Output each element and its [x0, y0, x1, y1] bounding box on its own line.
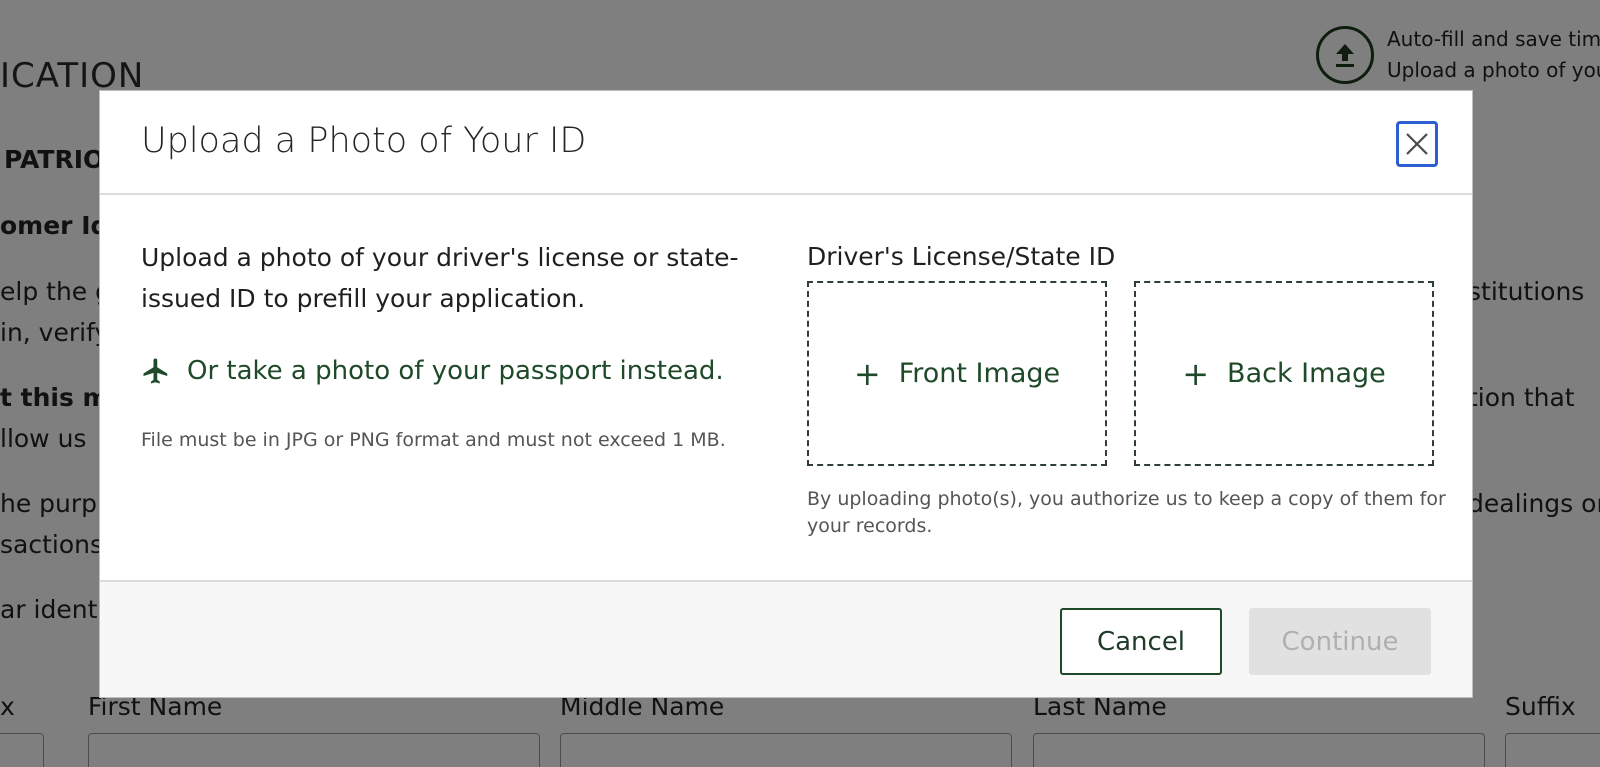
- id-upload-label: Driver's License/State ID: [807, 242, 1116, 271]
- close-icon: [1406, 133, 1428, 155]
- modal-header: Upload a Photo of Your ID: [100, 91, 1472, 195]
- cancel-button[interactable]: Cancel: [1060, 608, 1222, 675]
- back-image-dropzone[interactable]: + Back Image: [1134, 281, 1434, 466]
- passport-link[interactable]: Or take a photo of your passport instead…: [141, 356, 724, 386]
- modal-body: Upload a photo of your driver's license …: [100, 195, 1472, 580]
- back-image-label: Back Image: [1227, 358, 1386, 389]
- airplane-icon: [143, 358, 168, 384]
- front-image-dropzone[interactable]: + Front Image: [807, 281, 1107, 466]
- intro-text: Upload a photo of your driver's license …: [141, 243, 739, 313]
- file-requirements-note: File must be in JPG or PNG format and mu…: [141, 429, 726, 451]
- plus-icon: +: [853, 354, 881, 393]
- continue-button[interactable]: Continue: [1249, 608, 1431, 675]
- modal-title: Upload a Photo of Your ID: [141, 121, 587, 161]
- passport-link-label: Or take a photo of your passport instead…: [187, 356, 724, 386]
- plus-icon: +: [1182, 354, 1210, 393]
- front-image-label: Front Image: [898, 358, 1061, 389]
- upload-id-modal: Upload a Photo of Your ID Upload a photo…: [99, 90, 1473, 698]
- modal-footer: Cancel Continue: [100, 580, 1472, 697]
- authorization-note: By uploading photo(s), you authorize us …: [807, 488, 1446, 537]
- close-button[interactable]: [1396, 121, 1438, 167]
